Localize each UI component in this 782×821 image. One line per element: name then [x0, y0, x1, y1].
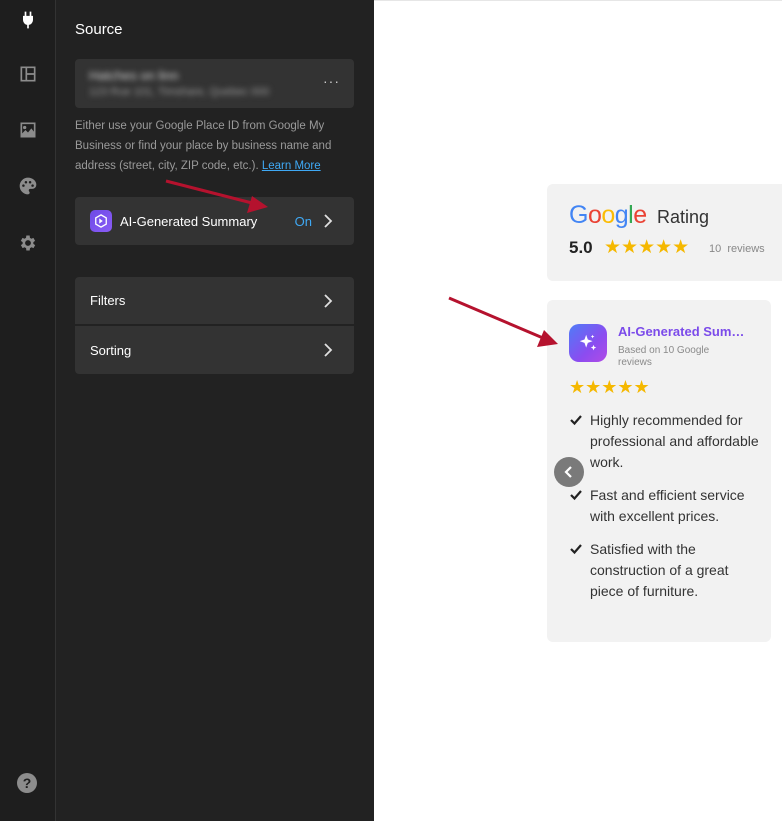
sparkles-icon — [569, 324, 607, 362]
summary-item: Highly recommended for professional and … — [569, 410, 759, 473]
source-name: Hatches on linn — [89, 68, 179, 83]
reviews-count-label: reviews — [727, 243, 765, 255]
summary-list: Highly recommended for professional and … — [569, 410, 759, 614]
plug-icon[interactable] — [16, 8, 40, 32]
check-icon — [569, 413, 583, 427]
rating-stars: ★★★★★ — [604, 237, 690, 258]
ai-card-subtitle: Based on 10 Google reviews — [618, 345, 710, 368]
chevron-right-icon — [320, 342, 336, 358]
annotation-arrow-preview — [448, 296, 558, 347]
check-icon — [569, 542, 583, 556]
ai-card-title: AI-Generated Summary — [618, 324, 750, 339]
reviews-count: 10 reviews — [709, 243, 765, 255]
ai-card-stars: ★★★★★ — [569, 377, 650, 397]
gear-icon[interactable] — [16, 231, 40, 255]
google-rating-card: Google Rating 5.0 ★★★★★ 10 reviews — [547, 184, 782, 281]
rating-score: 5.0 — [569, 238, 593, 257]
google-logo: Google — [569, 201, 647, 229]
filters-row[interactable]: Filters — [75, 277, 354, 325]
sorting-row[interactable]: Sorting — [75, 326, 354, 374]
summary-item: Satisfied with the construction of a gre… — [569, 539, 759, 602]
help-icon[interactable]: ? — [17, 773, 37, 793]
chevron-right-icon — [320, 213, 336, 229]
icon-rail: ? — [0, 0, 56, 821]
summary-item: Fast and efficient service with excellen… — [569, 485, 759, 527]
source-address: 123 Rue 101, Timshare, Quebec 000 — [89, 86, 270, 98]
filters-label: Filters — [90, 293, 126, 308]
source-help-text: Either use your Google Place ID from Goo… — [75, 116, 355, 176]
chevron-right-icon — [320, 293, 336, 309]
ai-summary-status: On — [294, 213, 312, 229]
layout-icon[interactable] — [16, 62, 40, 86]
palette-icon[interactable] — [16, 174, 40, 198]
ai-summary-row[interactable]: AI-Generated Summary On — [75, 197, 354, 245]
sorting-label: Sorting — [90, 342, 132, 358]
ai-summary-logo-icon — [90, 210, 112, 232]
image-icon[interactable] — [16, 118, 40, 142]
settings-panel: Source Hatches on linn 123 Rue 101, Tims… — [56, 0, 374, 821]
reviews-count-number: 10 — [709, 243, 722, 255]
summary-item-text: Fast and efficient service with excellen… — [590, 487, 745, 524]
panel-title: Source — [75, 21, 123, 38]
summary-item-text: Satisfied with the construction of a gre… — [590, 541, 729, 599]
ai-summary-label: AI-Generated Summary — [120, 213, 258, 229]
source-selector[interactable]: Hatches on linn 123 Rue 101, Timshare, Q… — [75, 59, 354, 108]
carousel-prev-button[interactable] — [554, 457, 584, 487]
preview-top-divider — [374, 0, 782, 1]
rating-title: Rating — [657, 207, 710, 227]
chevron-left-icon — [564, 466, 572, 478]
learn-more-link[interactable]: Learn More — [262, 160, 321, 172]
more-options-icon[interactable]: ··· — [323, 73, 340, 89]
check-icon — [569, 488, 583, 502]
summary-item-text: Highly recommended for professional and … — [590, 412, 759, 470]
